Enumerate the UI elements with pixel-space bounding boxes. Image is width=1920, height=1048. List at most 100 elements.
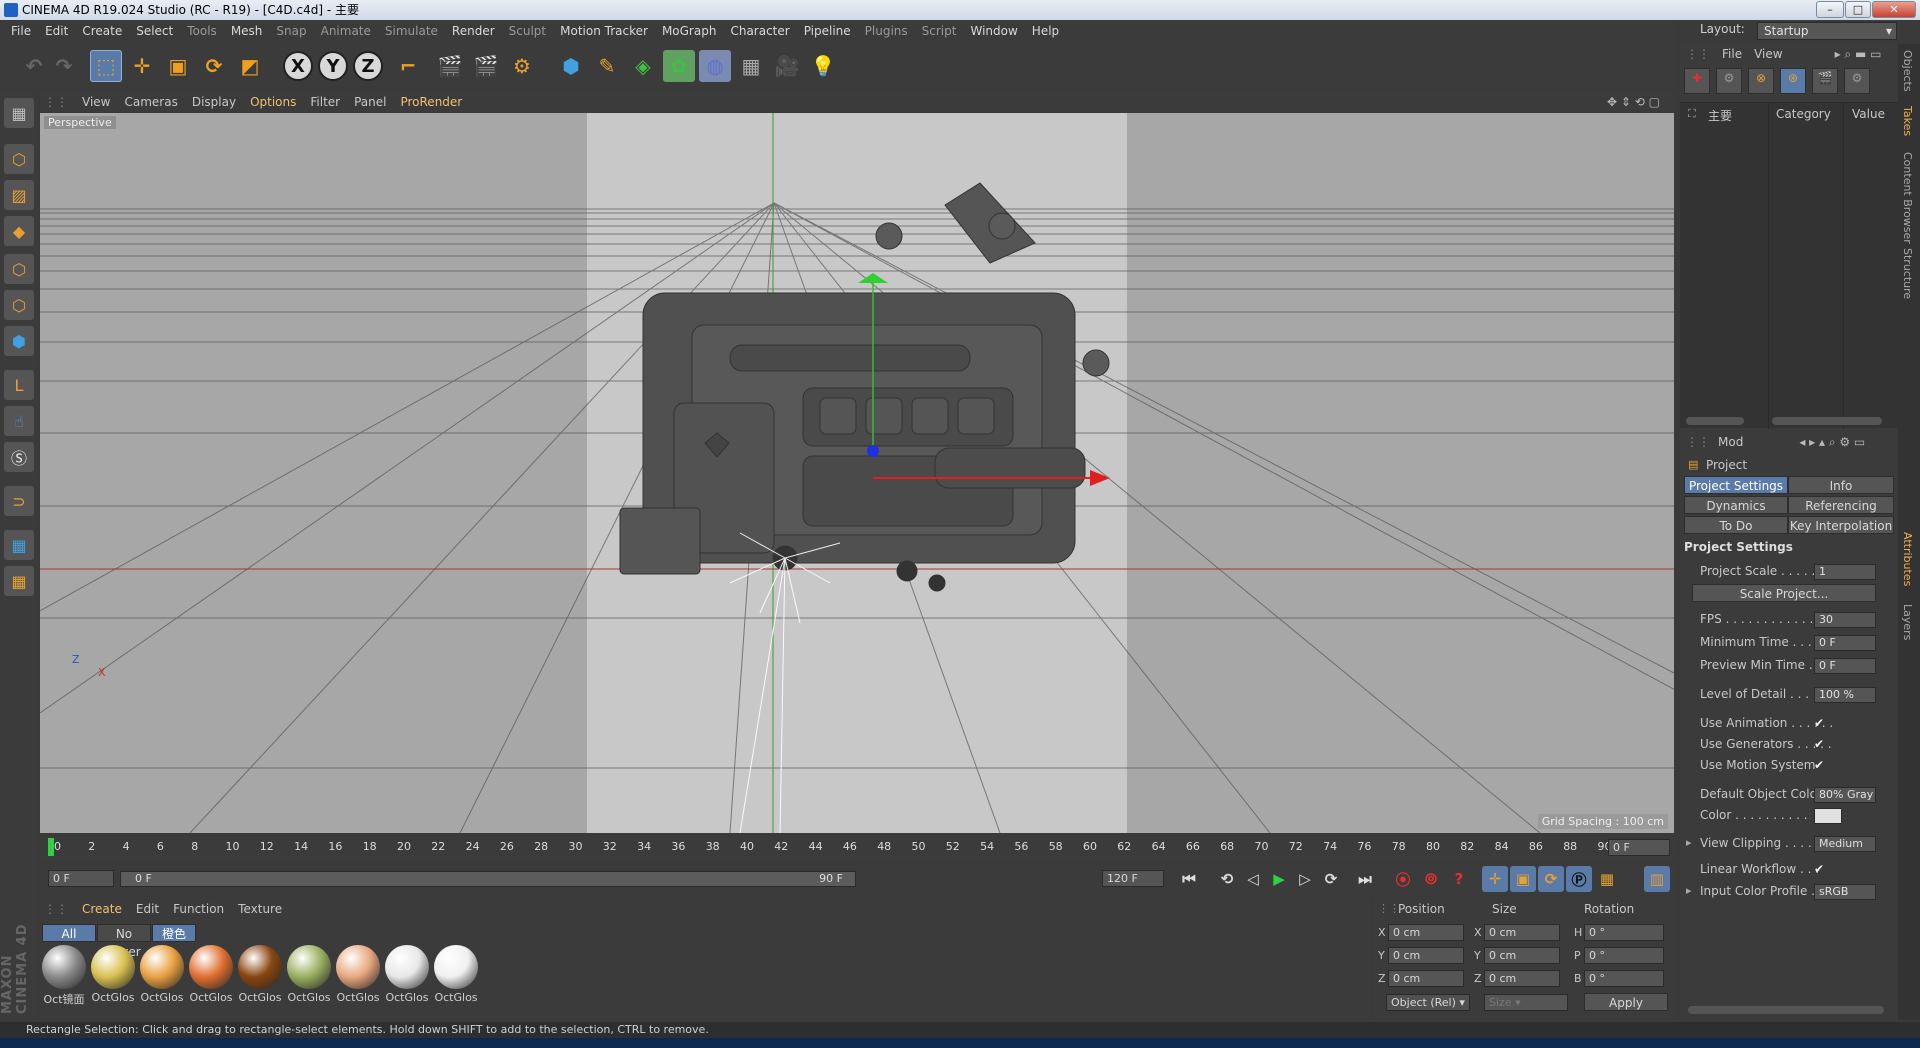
filter-all[interactable]: All xyxy=(42,924,96,942)
preview-range-slider[interactable]: 0 F 90 F xyxy=(120,871,856,887)
menu-sculpt[interactable]: Sculpt xyxy=(509,24,546,38)
snapping-icon[interactable]: Ⓢ xyxy=(4,442,34,472)
material-swatch[interactable] xyxy=(140,945,184,989)
material-menu-texture[interactable]: Texture xyxy=(238,902,282,916)
points-mode-icon[interactable]: ⬡ xyxy=(4,254,34,284)
menu-character[interactable]: Character xyxy=(730,24,789,38)
polygons-mode-icon[interactable]: ⬢ xyxy=(4,326,34,356)
deformer-icon[interactable]: ◍ xyxy=(699,50,731,82)
autokeying-icon[interactable]: ⦾ xyxy=(1418,866,1444,892)
tab-key-interpolation[interactable]: Key Interpolation xyxy=(1788,516,1894,534)
add-tag-icon[interactable]: ⚙ xyxy=(1716,68,1742,94)
redo-icon[interactable]: ↷ xyxy=(48,50,80,82)
edges-mode-icon[interactable]: ⬡ xyxy=(4,290,34,320)
input-color-profile-select[interactable]: sRGB xyxy=(1814,884,1876,900)
side-tab-attributes[interactable]: Attributes xyxy=(1901,532,1914,586)
menu-animate[interactable]: Animate xyxy=(321,24,371,38)
minimize-button[interactable]: – xyxy=(1816,1,1844,18)
object-menu-file[interactable]: File xyxy=(1722,47,1742,61)
current-frame-field[interactable]: 0 F xyxy=(1608,839,1670,856)
axis-mode-icon[interactable]: L xyxy=(4,370,34,400)
viewport-menu-view[interactable]: View xyxy=(82,95,110,109)
tab-referencing[interactable]: Referencing xyxy=(1788,496,1894,514)
material-menu-create[interactable]: Create xyxy=(82,902,122,916)
use-generators-checkbox[interactable]: ✔ xyxy=(1814,737,1824,751)
filter-orange-layer[interactable]: 橙色 xyxy=(152,924,196,942)
attribute-scrollbar[interactable] xyxy=(1688,1006,1884,1014)
object-root-label[interactable]: 主要 xyxy=(1708,107,1732,124)
go-to-end-icon[interactable]: ⏭ xyxy=(1352,866,1378,892)
key-scale-icon[interactable]: ▣ xyxy=(1510,866,1536,892)
menu-motion-tracker[interactable]: Motion Tracker xyxy=(560,24,648,38)
next-key-icon[interactable]: ⟳ xyxy=(1318,866,1344,892)
material-swatch[interactable] xyxy=(91,945,135,989)
key-position-icon[interactable]: ✛ xyxy=(1482,866,1508,892)
material-menu-function[interactable]: Function xyxy=(173,902,224,916)
expand-arrow-icon[interactable]: ▸ xyxy=(1686,836,1692,849)
rotation-field[interactable]: 0 ° xyxy=(1584,947,1664,964)
previous-frame-icon[interactable]: ◁ xyxy=(1240,866,1266,892)
material-swatch[interactable] xyxy=(287,945,331,989)
light-icon[interactable]: 💡 xyxy=(807,50,839,82)
tab-to-do[interactable]: To Do xyxy=(1684,516,1788,534)
material-swatch[interactable] xyxy=(238,945,282,989)
material-swatch[interactable] xyxy=(189,945,233,989)
layout-select[interactable]: Startup ▾ xyxy=(1757,22,1897,40)
use-motion-system-checkbox[interactable]: ✔ xyxy=(1814,758,1824,772)
menu-render[interactable]: Render xyxy=(452,24,495,38)
fps-field[interactable]: 30 xyxy=(1814,612,1876,628)
coordinate-system-icon[interactable]: ⌐ xyxy=(392,50,424,82)
tab-info[interactable]: Info xyxy=(1788,476,1894,494)
level-of-detail-field[interactable]: 100 % xyxy=(1814,687,1876,703)
expand-arrow-icon[interactable]: ▸ xyxy=(1686,884,1692,897)
cloner-icon[interactable]: ✿ xyxy=(663,50,695,82)
tab-project-settings[interactable]: Project Settings xyxy=(1684,476,1788,494)
side-tab-layers[interactable]: Layers xyxy=(1901,604,1914,640)
material-swatch[interactable] xyxy=(42,945,86,989)
menu-script[interactable]: Script xyxy=(922,24,957,38)
render-picture-viewer-icon[interactable]: 🎬 xyxy=(470,50,502,82)
object-settings-icon[interactable]: ⚙ xyxy=(1844,68,1870,94)
recent-tool-icon[interactable]: ◩ xyxy=(234,50,266,82)
object-tree-scrollbar[interactable] xyxy=(1686,417,1744,425)
y-axis-lock-icon[interactable]: Y xyxy=(318,51,348,81)
color-swatch[interactable] xyxy=(1814,808,1842,824)
rotate-tool-icon[interactable]: ⟳ xyxy=(198,50,230,82)
viewport-menu-cameras[interactable]: Cameras xyxy=(124,95,177,109)
pen-spline-icon[interactable]: ✎ xyxy=(591,50,623,82)
use-animation-checkbox[interactable]: ✔ xyxy=(1814,716,1824,730)
make-editable-icon[interactable]: ▦ xyxy=(4,98,34,128)
key-parameter-icon[interactable]: Ⓟ xyxy=(1566,866,1592,892)
render-view-icon[interactable]: 🎬 xyxy=(434,50,466,82)
close-button[interactable]: ✕ xyxy=(1872,1,1916,18)
attribute-menu-mode[interactable]: Mod xyxy=(1718,435,1743,449)
key-point-level-icon[interactable]: ▦ xyxy=(1594,866,1620,892)
linear-workflow-checkbox[interactable]: ✔ xyxy=(1814,862,1824,876)
preview-min-time-field[interactable]: 0 F xyxy=(1814,658,1876,674)
subdivision-surface-icon[interactable]: ◈ xyxy=(627,50,659,82)
start-frame-field[interactable]: 0 F xyxy=(48,870,114,887)
viewport-menu-prorender[interactable]: ProRender xyxy=(400,95,462,109)
scale-tool-icon[interactable]: ▣ xyxy=(162,50,194,82)
render-settings-icon[interactable]: ⚙ xyxy=(506,50,538,82)
end-frame-field[interactable]: 120 F xyxy=(1102,870,1164,887)
move-tool-icon[interactable]: ✛ xyxy=(126,50,158,82)
camera-icon[interactable]: 🎥 xyxy=(771,50,803,82)
attribute-nav-icons[interactable]: ◂ ▸ ▴ ⌕ ⚙ ▭ xyxy=(1799,435,1865,450)
go-to-start-icon[interactable]: ⏮ xyxy=(1176,866,1202,892)
size-field[interactable]: 0 cm xyxy=(1484,947,1560,964)
record-keys-icon[interactable]: ⦿ xyxy=(1390,866,1416,892)
position-field[interactable]: 0 cm xyxy=(1388,970,1464,987)
size-field[interactable]: 0 cm xyxy=(1484,924,1560,941)
side-tab-objects[interactable]: Objects xyxy=(1901,50,1914,92)
workplane-mode-icon[interactable]: ◆ xyxy=(4,216,34,246)
size-mode-select[interactable]: Size ▾ xyxy=(1484,994,1568,1011)
3d-viewport[interactable]: Perspective Z X Grid Spacing : 100 cm xyxy=(40,113,1674,833)
menu-mesh[interactable]: Mesh xyxy=(231,24,263,38)
object-tree[interactable]: ⛶ 主要 Category Value xyxy=(1680,102,1898,429)
side-tab-takes[interactable]: Takes xyxy=(1901,106,1914,136)
rotation-field[interactable]: 0 ° xyxy=(1584,924,1664,941)
z-axis-lock-icon[interactable]: Z xyxy=(353,51,383,81)
add-object-icon[interactable]: ✚ xyxy=(1684,68,1710,94)
tab-dynamics[interactable]: Dynamics xyxy=(1684,496,1788,514)
